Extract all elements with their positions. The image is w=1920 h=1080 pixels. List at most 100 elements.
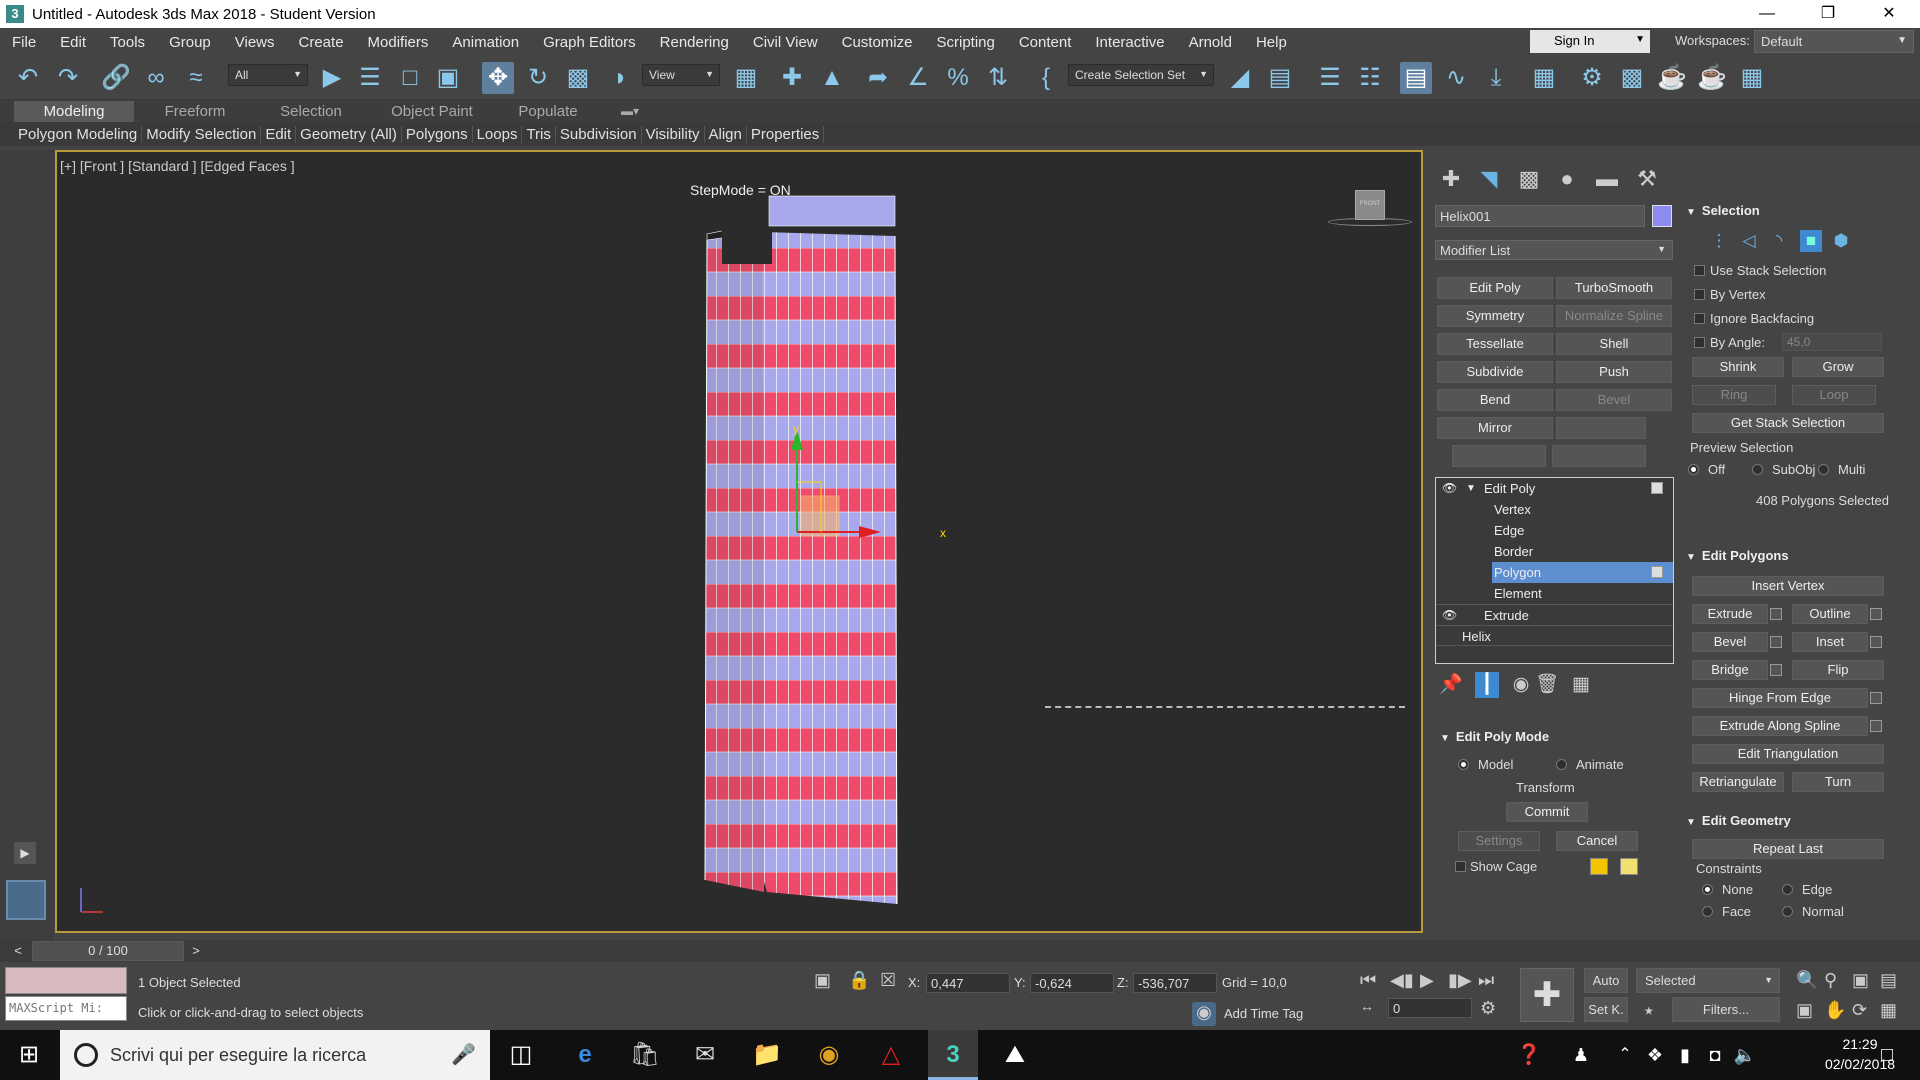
tab-object-paint[interactable]: Object Paint (372, 101, 492, 122)
stack-item-element[interactable]: Element (1436, 583, 1673, 604)
empty-modifier-button[interactable] (1452, 445, 1546, 467)
play-icon[interactable]: ▶ (1420, 970, 1434, 991)
stack-toggle-icon[interactable] (1651, 566, 1663, 578)
render-gallery-icon[interactable]: ▦ (1736, 62, 1768, 94)
acrobat-icon[interactable]: △ (866, 1030, 916, 1080)
curve-editor-icon[interactable]: ∿ (1440, 62, 1472, 94)
configure-modifier-sets-icon[interactable]: ▦ (1569, 672, 1593, 698)
pin-stack-icon[interactable]: 📌 (1439, 672, 1463, 698)
set-key-icon[interactable]: ✚ (1520, 968, 1574, 1022)
menu-help[interactable]: Help (1244, 34, 1299, 51)
percent-snap-icon[interactable]: % (942, 62, 974, 94)
dope-sheet-icon[interactable]: ⤓ (1480, 62, 1512, 94)
bridge-button[interactable]: Bridge (1692, 660, 1768, 680)
help-tray-icon[interactable]: ❓ (1504, 1030, 1554, 1080)
stack-item-edit-poly[interactable]: 👁 ▼ Edit Poly (1436, 478, 1673, 499)
bevel-button[interactable]: Bevel (1556, 389, 1672, 411)
start-icon[interactable]: ⊞ (4, 1030, 54, 1080)
menu-file[interactable]: File (0, 34, 48, 51)
maximize-viewport-icon[interactable]: ▦ (1880, 1000, 1897, 1021)
bend-button[interactable]: Bend (1437, 389, 1553, 411)
inset-settings-icon[interactable] (1870, 636, 1882, 648)
tessellate-button[interactable]: Tessellate (1437, 333, 1553, 355)
extrude-along-spline-button[interactable]: Extrude Along Spline (1692, 716, 1868, 736)
edit-triangulation-button[interactable]: Edit Triangulation (1692, 744, 1884, 764)
panel-modify-selection[interactable]: Modify Selection (142, 125, 262, 143)
zoom-extents-icon[interactable]: ▣ (1852, 970, 1869, 991)
stack-item-polygon[interactable]: Polygon (1492, 562, 1673, 583)
panel-subdivision[interactable]: Subdivision (556, 125, 642, 143)
subdivide-button[interactable]: Subdivide (1437, 361, 1553, 383)
edge-browser-icon[interactable]: e (560, 1030, 610, 1080)
selection-filter-dropdown[interactable]: All (228, 64, 308, 86)
edge-subobject-icon[interactable]: ◁ (1738, 230, 1760, 252)
flip-button[interactable]: Flip (1792, 660, 1884, 680)
rollout-edit-geometry[interactable]: ▼ Edit Geometry (1686, 813, 1791, 828)
goto-start-icon[interactable]: ⏮ (1360, 970, 1376, 991)
constraint-face-radio[interactable] (1702, 906, 1713, 917)
shrink-button[interactable]: Shrink (1692, 357, 1784, 377)
repeat-last-button[interactable]: Repeat Last (1692, 839, 1884, 859)
panel-edit[interactable]: Edit (261, 125, 297, 143)
panel-align[interactable]: Align (705, 125, 747, 143)
constraint-edge-radio[interactable] (1782, 884, 1793, 895)
extrude-button[interactable]: Extrude (1692, 604, 1768, 624)
auto-key-button[interactable]: Auto (1584, 968, 1628, 993)
photos-icon[interactable]: ⛰ (990, 1030, 1040, 1080)
remove-modifier-icon[interactable]: 🗑 (1535, 672, 1559, 698)
rollout-edit-polygons[interactable]: ▼ Edit Polygons (1686, 548, 1789, 563)
panel-loops[interactable]: Loops (473, 125, 523, 143)
minimize-icon[interactable]: — (1744, 0, 1790, 28)
key-tangent-icon[interactable]: ⭑ (1644, 1000, 1654, 1021)
inset-button[interactable]: Inset (1792, 632, 1868, 652)
make-unique-icon[interactable]: ◉ (1509, 672, 1533, 698)
viewport-layout-icon[interactable] (6, 880, 46, 920)
stack-item-helix[interactable]: Helix (1436, 625, 1673, 646)
viewcube[interactable]: FRONT (1355, 190, 1385, 220)
panel-polygon-modeling[interactable]: Polygon Modeling (14, 125, 143, 143)
expand-arrow-icon[interactable]: ▶ (14, 842, 36, 864)
field-of-view-icon[interactable]: ▣ (1796, 1000, 1813, 1021)
viewcube-ring[interactable] (1328, 218, 1412, 226)
material-editor-icon[interactable]: ⚙ (1576, 62, 1608, 94)
rollout-edit-poly-mode[interactable]: ▼ Edit Poly Mode (1440, 729, 1549, 744)
panel-geometry-all[interactable]: Geometry (All) (296, 125, 402, 143)
keyboard-shortcut-icon[interactable]: ▲ (816, 62, 848, 94)
constraint-normal-radio[interactable] (1782, 906, 1793, 917)
tab-populate[interactable]: Populate (498, 101, 598, 122)
hierarchy-tab-icon[interactable]: ▩ (1516, 166, 1542, 192)
sign-in-dropdown[interactable]: Sign In (1530, 30, 1650, 53)
menu-tools[interactable]: Tools (98, 34, 157, 51)
menu-interactive[interactable]: Interactive (1083, 34, 1176, 51)
menu-content[interactable]: Content (1007, 34, 1084, 51)
taskbar-search[interactable]: Scrivi qui per eseguire la ricerca 🎤 (60, 1030, 490, 1080)
display-tab-icon[interactable]: ▬ (1594, 166, 1620, 192)
extrude-spline-settings-icon[interactable] (1870, 720, 1882, 732)
maxscript-input[interactable]: MAXScript Mi: (5, 996, 127, 1021)
bind-spacewarp-icon[interactable]: ≈ (180, 62, 212, 94)
cancel-button[interactable]: Cancel (1556, 831, 1638, 851)
prev-key-icon[interactable]: ◀▮ (1390, 970, 1414, 991)
tab-selection[interactable]: Selection (256, 101, 366, 122)
grow-button[interactable]: Grow (1792, 357, 1884, 377)
file-explorer-icon[interactable]: 📁 (742, 1030, 792, 1080)
ribbon-options-icon[interactable]: ▬▾ (610, 101, 650, 122)
menu-animation[interactable]: Animation (440, 34, 531, 51)
shell-button[interactable]: Shell (1556, 333, 1672, 355)
filters-button[interactable]: Filters... (1672, 997, 1780, 1022)
stack-item-vertex[interactable]: Vertex (1436, 499, 1673, 520)
ring-button[interactable]: Ring (1692, 385, 1776, 405)
modifier-list-dropdown[interactable]: Modifier List (1435, 240, 1673, 260)
empty-modifier-button[interactable] (1552, 445, 1646, 467)
move-icon[interactable]: ✥ (482, 62, 514, 94)
show-cage-checkbox[interactable] (1455, 861, 1466, 872)
edit-poly-button[interactable]: Edit Poly (1437, 277, 1553, 299)
turn-button[interactable]: Turn (1792, 772, 1884, 792)
select-object-icon[interactable]: ▶ (316, 62, 348, 94)
create-tab-icon[interactable]: ✚ (1438, 166, 1464, 192)
retriangulate-button[interactable]: Retriangulate (1692, 772, 1784, 792)
mirror-button[interactable]: Mirror (1437, 417, 1553, 439)
angle-spinner[interactable]: 45,0 (1782, 333, 1882, 351)
insert-vertex-button[interactable]: Insert Vertex (1692, 576, 1884, 596)
close-icon[interactable]: ✕ (1866, 0, 1912, 28)
